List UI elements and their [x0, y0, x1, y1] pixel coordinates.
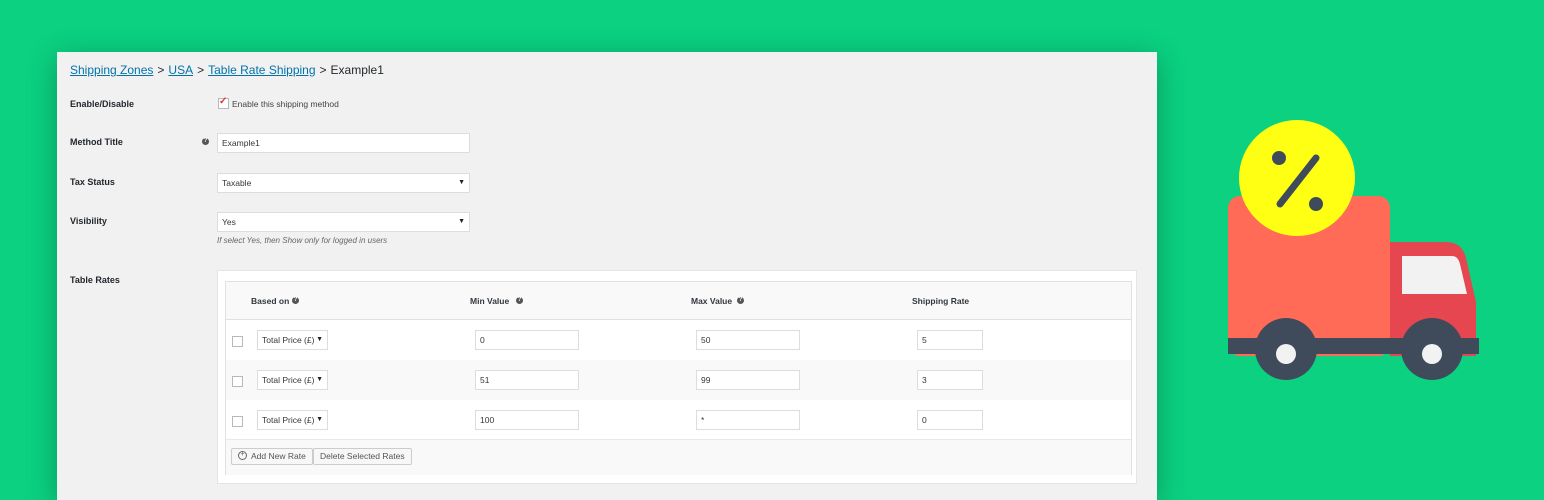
caret-down-icon: ▼: [316, 416, 323, 423]
tax-status-select[interactable]: Taxable ▼: [217, 173, 470, 193]
max-value-input[interactable]: 50: [696, 330, 800, 350]
max-value-input[interactable]: *: [696, 410, 800, 430]
breadcrumb-separator: >: [319, 63, 327, 77]
breadcrumb-link-usa[interactable]: USA: [168, 63, 193, 77]
add-new-rate-label: Add New Rate: [251, 451, 306, 461]
header-based-on-text: Based on: [251, 296, 290, 306]
based-on-value: Total Price (£): [262, 415, 315, 425]
header-shipping-rate: Shipping Rate: [912, 296, 970, 306]
caret-down-icon: ▼: [458, 218, 465, 225]
based-on-select[interactable]: Total Price (£) ▼: [257, 330, 328, 350]
header-based-on: Based on: [251, 296, 289, 306]
rates-table-header: Based on ? Min Value ? Max Value ? Shipp…: [226, 282, 1131, 320]
table-rates-container: Based on ? Min Value ? Max Value ? Shipp…: [217, 270, 1137, 484]
breadcrumb-separator: >: [197, 63, 205, 77]
caret-down-icon: ▼: [316, 336, 323, 343]
enable-shipping-checkbox-label: Enable this shipping method: [232, 99, 339, 109]
delete-selected-rates-button[interactable]: Delete Selected Rates: [313, 448, 412, 465]
enable-shipping-checkbox[interactable]: [218, 96, 229, 109]
enable-disable-label: Enable/Disable: [70, 99, 135, 109]
breadcrumb: Shipping Zones > USA > Table Rate Shipping > E…: [70, 63, 384, 77]
table-rates-label: Table Rates: [70, 275, 120, 285]
shipping-rate-input[interactable]: 0: [917, 410, 983, 430]
method-title-label: Method Title: [70, 137, 123, 147]
rates-table: Based on ? Min Value ? Max Value ? Shipp…: [225, 281, 1132, 475]
question-circle-icon[interactable]: ?: [202, 138, 209, 145]
based-on-value: Total Price (£): [262, 375, 315, 385]
breadcrumb-link-table-rate-shipping[interactable]: Table Rate Shipping: [208, 63, 315, 77]
row-select-checkbox[interactable]: [232, 416, 243, 427]
question-circle-icon[interactable]: ?: [516, 297, 523, 304]
shipping-rate-input[interactable]: 5: [917, 330, 983, 350]
breadcrumb-current: Example1: [330, 63, 384, 77]
shipping-rate-input[interactable]: 3: [917, 370, 983, 390]
breadcrumb-separator: >: [157, 63, 165, 77]
row-select-checkbox[interactable]: [232, 336, 243, 347]
question-circle-icon[interactable]: ?: [737, 297, 744, 304]
caret-down-icon: ▼: [458, 179, 465, 186]
truck-window: [1402, 256, 1467, 294]
add-new-rate-button[interactable]: + Add New Rate: [231, 448, 313, 465]
visibility-value: Yes: [222, 217, 236, 227]
question-circle-icon[interactable]: ?: [292, 297, 299, 304]
visibility-label: Visibility: [70, 216, 107, 226]
delivery-truck-icon: [1228, 120, 1479, 380]
table-row: Total Price (£) ▼ 51 99 3: [226, 360, 1131, 400]
max-value-input[interactable]: 99: [696, 370, 800, 390]
table-row: Total Price (£) ▼ 100 * 0: [226, 400, 1131, 440]
rates-table-footer: + Add New Rate Delete Selected Rates: [226, 439, 1131, 475]
plus-circle-icon: +: [238, 451, 247, 461]
breadcrumb-link-shipping-zones[interactable]: Shipping Zones: [70, 63, 153, 77]
table-row: Total Price (£) ▼ 0 50 5: [226, 320, 1131, 360]
header-min-value: Min Value: [470, 296, 510, 306]
settings-panel: Shipping Zones > USA > Table Rate Shipping > E…: [57, 52, 1157, 500]
truck-hubcap: [1422, 344, 1442, 364]
delete-selected-rates-label: Delete Selected Rates: [320, 451, 405, 461]
caret-down-icon: ▼: [316, 376, 323, 383]
tax-status-value: Taxable: [222, 178, 252, 188]
based-on-select[interactable]: Total Price (£) ▼: [257, 410, 328, 430]
header-max-value: Max Value: [691, 296, 733, 306]
method-title-input[interactable]: Example1: [217, 133, 470, 153]
based-on-select[interactable]: Total Price (£) ▼: [257, 370, 328, 390]
min-value-input[interactable]: 51: [475, 370, 579, 390]
visibility-select[interactable]: Yes ▼: [217, 212, 470, 232]
tax-status-label: Tax Status: [70, 177, 115, 187]
min-value-input[interactable]: 0: [475, 330, 579, 350]
visibility-description: If select Yes, then Show only for logged…: [217, 236, 388, 245]
min-value-input[interactable]: 100: [475, 410, 579, 430]
truck-hubcap: [1276, 344, 1296, 364]
row-select-checkbox[interactable]: [232, 376, 243, 387]
based-on-value: Total Price (£): [262, 335, 315, 345]
